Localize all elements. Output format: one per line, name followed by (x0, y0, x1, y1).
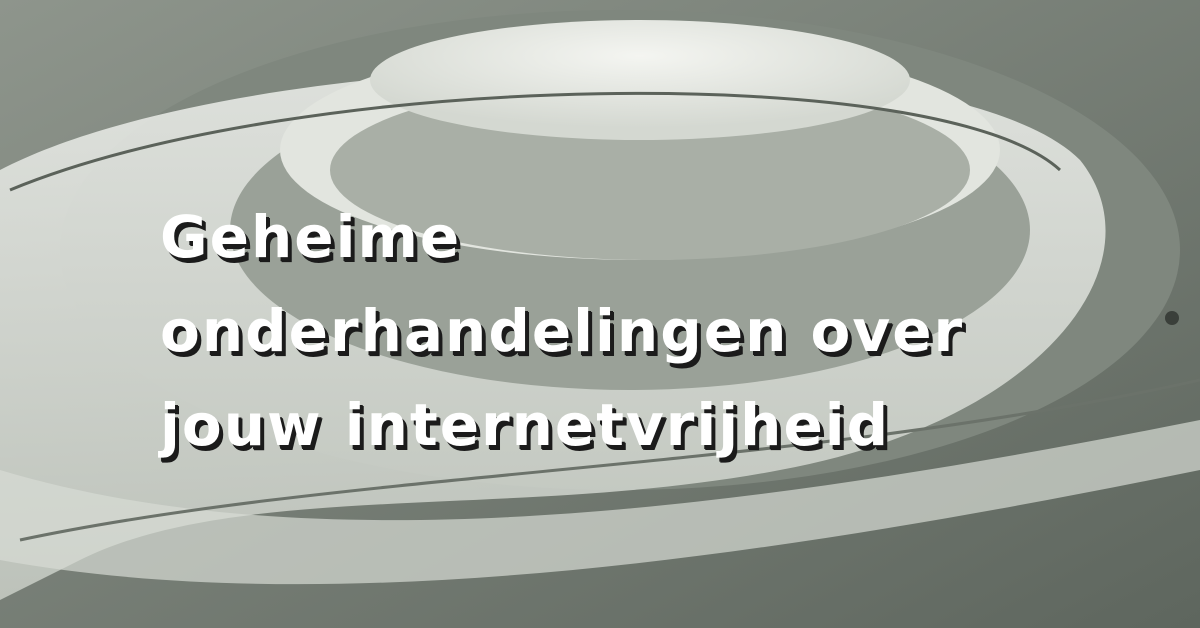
camera-dome (1165, 311, 1179, 325)
skylight (370, 20, 910, 140)
headline-line-3: jouw internetvrijheid (160, 391, 891, 459)
headline-line-1: Geheime (160, 203, 462, 271)
headline-line-2: onderhandelingen over (160, 297, 965, 365)
headline: Geheime onderhandelingen over jouw inter… (160, 190, 1060, 472)
banner-image: Geheime onderhandelingen over jouw inter… (0, 0, 1200, 628)
